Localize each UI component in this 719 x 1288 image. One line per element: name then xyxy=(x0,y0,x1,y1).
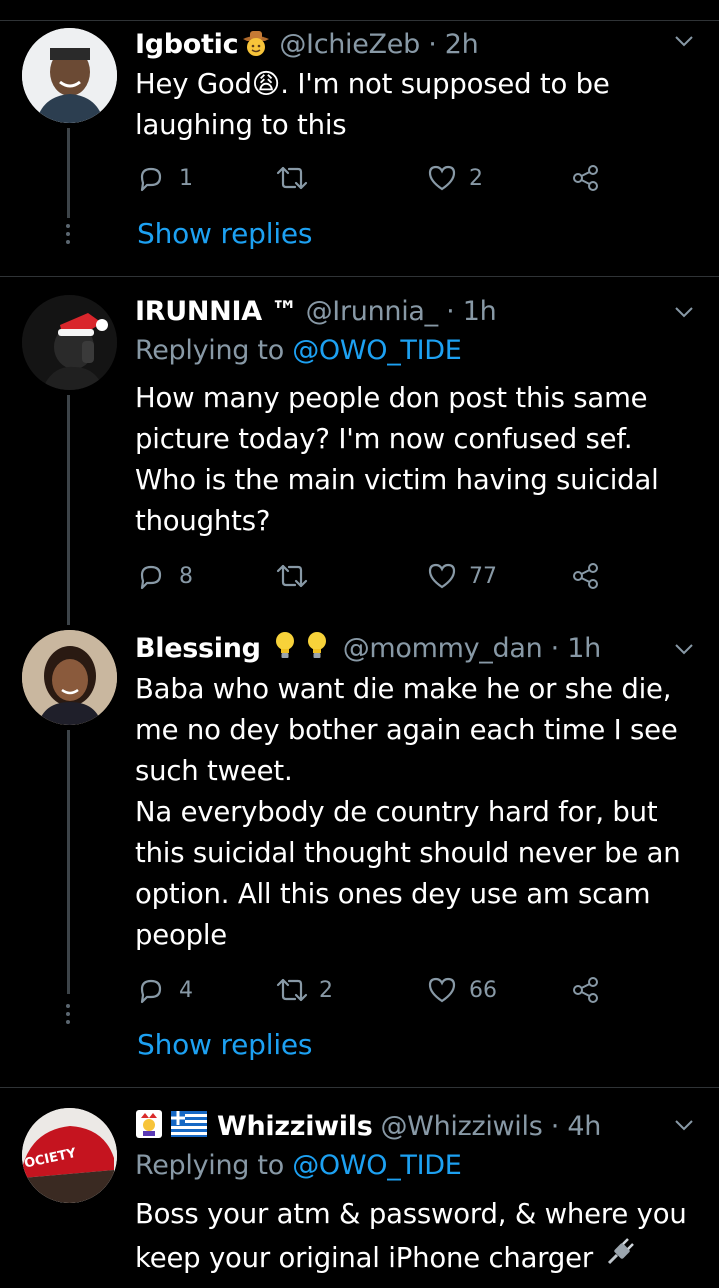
like-button[interactable]: 2 xyxy=(427,160,483,196)
body-line: such tweet. xyxy=(135,755,293,787)
tweet-header: Whizziwils @Whizziwils · 4h xyxy=(135,1106,601,1146)
body-line: Na everybody de country hard for, but xyxy=(135,796,658,828)
thread-dots xyxy=(66,1004,71,1028)
tweet-header: IRUNNIA ™ @Irunnia_ · 1h xyxy=(135,291,497,331)
retweet-icon xyxy=(276,564,308,588)
avatar[interactable]: OCIETY xyxy=(22,1108,117,1203)
show-replies-link[interactable]: Show replies xyxy=(137,1028,313,1061)
thread-line xyxy=(67,128,70,218)
user-handle[interactable]: @Irunnia_ · 1h xyxy=(306,296,497,327)
share-button[interactable] xyxy=(571,160,601,196)
share-icon xyxy=(573,563,598,589)
user-name[interactable]: Whizziwils xyxy=(217,1111,373,1142)
heart-icon xyxy=(428,563,456,589)
tweet-igbotic[interactable]: Igbotic @IchieZeb · 2h Hey God😩. I'm not… xyxy=(0,20,719,276)
plug-emoji-icon xyxy=(603,1235,637,1281)
avatar[interactable] xyxy=(22,630,117,725)
heart-icon xyxy=(428,977,456,1003)
body-line: me no dey bother again each time I see xyxy=(135,714,678,746)
chevron-down-icon[interactable] xyxy=(673,1114,695,1136)
tweet-whizziwils[interactable]: OCIETY Whizziwils @Whizziwils · 4h Reply… xyxy=(0,1088,719,1288)
thread-dots xyxy=(66,224,71,248)
retweet-icon xyxy=(276,166,308,190)
replying-to-link[interactable]: @OWO_TIDE xyxy=(292,335,462,366)
chevron-down-icon[interactable] xyxy=(673,30,695,52)
retweet-button[interactable] xyxy=(275,558,309,594)
replying-prefix: Replying to xyxy=(135,1150,284,1181)
chevron-down-icon[interactable] xyxy=(673,638,695,660)
tweet-body: How many people don post this same pictu… xyxy=(135,382,659,537)
tweet-actions: 8 77 xyxy=(135,558,615,594)
reply-count: 8 xyxy=(179,563,193,589)
tweet-body: Baba who want die make he or she die, me… xyxy=(135,669,710,956)
avatar[interactable] xyxy=(22,295,117,390)
like-button[interactable]: 66 xyxy=(427,972,497,1008)
body-line: option. All this ones dey use am scam xyxy=(135,878,651,910)
tweet-body: Boss your atm & password, & where you ke… xyxy=(135,1194,705,1281)
user-name[interactable]: IRUNNIA ™ xyxy=(135,296,298,327)
user-handle[interactable]: @mommy_dan · 1h xyxy=(343,633,602,664)
like-count: 2 xyxy=(469,165,483,191)
retweet-button[interactable] xyxy=(275,160,309,196)
retweet-icon xyxy=(276,978,308,1002)
replying-prefix: Replying to xyxy=(135,335,284,366)
joker-card-icon xyxy=(135,1109,163,1143)
replying-to: Replying to @OWO_TIDE xyxy=(135,335,462,366)
thread-line xyxy=(67,395,70,625)
tweet-header: Igbotic @IchieZeb · 2h xyxy=(135,24,479,64)
body-line: people xyxy=(135,919,228,951)
reply-button[interactable]: 4 xyxy=(137,972,193,1008)
body-line: keep your original iPhone charger xyxy=(135,1241,593,1274)
user-name[interactable]: Igbotic xyxy=(135,29,239,60)
heart-icon xyxy=(428,165,456,191)
cowboy-emoji-icon xyxy=(241,27,271,61)
show-replies-link[interactable]: Show replies xyxy=(137,217,313,250)
like-count: 66 xyxy=(469,977,497,1003)
body-line: this suicidal thought should never be an xyxy=(135,837,681,869)
reply-button[interactable]: 8 xyxy=(137,558,193,594)
tweet-irunnia[interactable]: IRUNNIA ™ @Irunnia_ · 1h Replying to @OW… xyxy=(0,277,719,625)
reply-button[interactable]: 1 xyxy=(137,160,193,196)
share-button[interactable] xyxy=(571,558,601,594)
body-line: Boss your atm & password, & where you xyxy=(135,1198,687,1230)
reply-icon xyxy=(140,979,162,1004)
tweet-actions: 1 2 xyxy=(135,160,615,196)
tweet-header: Blessing @mommy_dan · 1h xyxy=(135,628,601,668)
share-button[interactable] xyxy=(571,972,601,1008)
like-count: 77 xyxy=(469,563,497,589)
user-name[interactable]: Blessing xyxy=(135,633,261,664)
lightbulb-emoji-icon xyxy=(273,630,333,666)
replying-to: Replying to @OWO_TIDE xyxy=(135,1150,462,1181)
like-button[interactable]: 77 xyxy=(427,558,497,594)
thread-line xyxy=(67,730,70,994)
chevron-down-icon[interactable] xyxy=(673,301,695,323)
tweet-blessing[interactable]: Blessing @mommy_dan · 1h Baba who want d… xyxy=(0,620,719,1087)
share-icon xyxy=(573,165,598,191)
greece-flag-icon xyxy=(171,1111,207,1141)
body-line: Baba who want die make he or she die, xyxy=(135,673,672,705)
reply-count: 4 xyxy=(179,977,193,1003)
retweet-button[interactable]: 2 xyxy=(275,972,333,1008)
reply-icon xyxy=(140,565,162,590)
user-handle[interactable]: @Whizziwils · 4h xyxy=(380,1111,601,1142)
reply-icon xyxy=(140,167,162,192)
tweet-body: Hey God😩. I'm not supposed to be laughin… xyxy=(135,68,610,141)
avatar[interactable] xyxy=(22,28,117,123)
user-handle[interactable]: @IchieZeb · 2h xyxy=(279,29,478,60)
share-icon xyxy=(573,977,598,1003)
replying-to-link[interactable]: @OWO_TIDE xyxy=(292,1150,462,1181)
retweet-count: 2 xyxy=(319,977,333,1003)
reply-count: 1 xyxy=(179,165,193,191)
tweet-actions: 4 2 66 xyxy=(135,972,615,1008)
